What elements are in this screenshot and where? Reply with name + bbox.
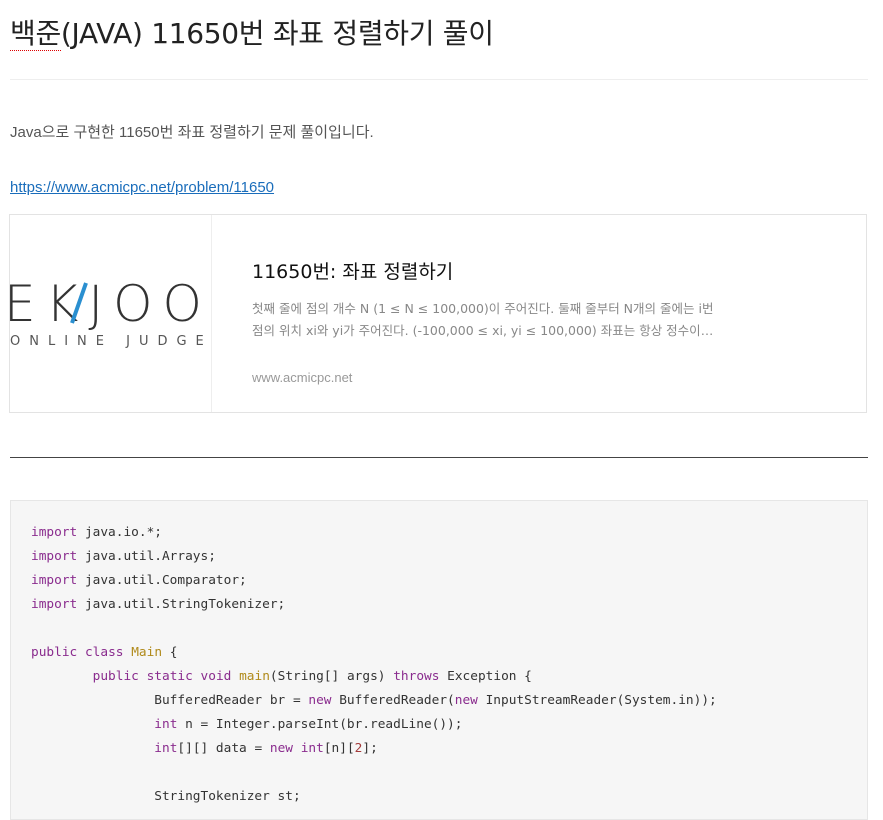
title-divider bbox=[10, 79, 868, 80]
code-token-plain: (String[] args) bbox=[269, 669, 394, 684]
code-line: import java.util.Comparator; bbox=[31, 569, 717, 593]
code-token-plain: java.util.Comparator; bbox=[77, 573, 247, 588]
section-divider bbox=[10, 457, 868, 458]
code-line: BufferedReader br = new BufferedReader(n… bbox=[31, 689, 717, 713]
logo-bottom-text: ONLINE JUDGE bbox=[10, 334, 211, 349]
code-token-keyword: new bbox=[454, 693, 478, 708]
code-line: import java.io.*; bbox=[31, 521, 717, 545]
code-token-keyword: class bbox=[84, 645, 124, 660]
post-title: 백준(JAVA) 11650번 좌표 정렬하기 풀이 bbox=[10, 12, 494, 52]
code-token-keyword: import bbox=[31, 597, 78, 612]
code-line: import java.util.StringTokenizer; bbox=[31, 593, 717, 617]
code-token-keyword: new bbox=[269, 741, 293, 756]
code-content: import java.io.*; import java.util.Arrays… bbox=[31, 521, 717, 809]
code-token-plain: Exception { bbox=[439, 669, 532, 684]
code-block: import java.io.*; import java.util.Arrays… bbox=[10, 500, 868, 820]
code-line: import java.util.Arrays; bbox=[31, 545, 717, 569]
code-token-plain: java.io.*; bbox=[77, 525, 162, 540]
code-token-plain: ]; bbox=[362, 741, 378, 756]
code-token-plain: n = Integer.parseInt(br.readLine()); bbox=[177, 717, 463, 732]
code-token-plain: BufferedReader( bbox=[331, 693, 455, 708]
logo-top-text: EKJOO bbox=[10, 275, 211, 333]
code-token-plain: { bbox=[162, 645, 178, 660]
code-token-plain: [][] data = bbox=[177, 741, 270, 756]
code-token-keyword: public bbox=[31, 645, 78, 660]
code-token-type: Main bbox=[131, 645, 163, 660]
code-token-keyword: throws bbox=[393, 669, 440, 684]
card-description: 첫째 줄에 점의 개수 N (1 ≤ N ≤ 100,000)이 주어진다. 둘… bbox=[252, 301, 714, 338]
code-line: StringTokenizer st; bbox=[31, 785, 717, 809]
code-token-keyword: import bbox=[31, 549, 78, 564]
baekjoon-logo: EKJOO ONLINE JUDGE bbox=[10, 275, 211, 349]
link-preview-card[interactable]: EKJOO ONLINE JUDGE 11650번: 좌표 정렬하기 첫째 줄에… bbox=[9, 214, 867, 413]
code-line: int n = Integer.parseInt(br.readLine()); bbox=[31, 713, 717, 737]
code-line: public class Main { bbox=[31, 641, 717, 665]
card-title: 11650번: 좌표 정렬하기 bbox=[252, 261, 454, 283]
code-token-keyword: int bbox=[154, 741, 178, 756]
code-token-keyword: import bbox=[31, 525, 78, 540]
code-token-plain: [n][ bbox=[323, 741, 355, 756]
code-token-plain: java.util.Arrays; bbox=[77, 549, 216, 564]
intro-text: Java으로 구현한 11650번 좌표 정렬하기 문제 풀이입니다. bbox=[10, 124, 374, 141]
card-thumbnail: EKJOO ONLINE JUDGE bbox=[10, 215, 212, 412]
code-token-keyword: int bbox=[154, 717, 178, 732]
code-token-func: main bbox=[239, 669, 270, 684]
code-token-plain: java.util.StringTokenizer; bbox=[77, 597, 286, 612]
code-token-keyword: new bbox=[308, 693, 332, 708]
card-host: www.acmicpc.net bbox=[252, 370, 353, 385]
code-token-plain: BufferedReader br = bbox=[31, 693, 309, 708]
code-token-plain: StringTokenizer st; bbox=[31, 789, 301, 804]
code-token-keyword: int bbox=[300, 741, 324, 756]
code-token-keyword: import bbox=[31, 573, 78, 588]
code-token-keyword: public bbox=[92, 669, 139, 684]
code-line: public static void main(String[] args) t… bbox=[31, 665, 717, 689]
code-token-keyword: static bbox=[146, 669, 193, 684]
post-title-rest: (JAVA) 11650번 좌표 정렬하기 풀이 bbox=[60, 17, 494, 50]
code-token-plain: InputStreamReader(System.in)); bbox=[477, 693, 717, 708]
post-title-underlined: 백준 bbox=[10, 17, 61, 51]
code-token-keyword: void bbox=[200, 669, 232, 684]
problem-link[interactable]: https://www.acmicpc.net/problem/11650 bbox=[10, 179, 274, 196]
code-line: int[][] data = new int[n][2]; bbox=[31, 737, 717, 761]
